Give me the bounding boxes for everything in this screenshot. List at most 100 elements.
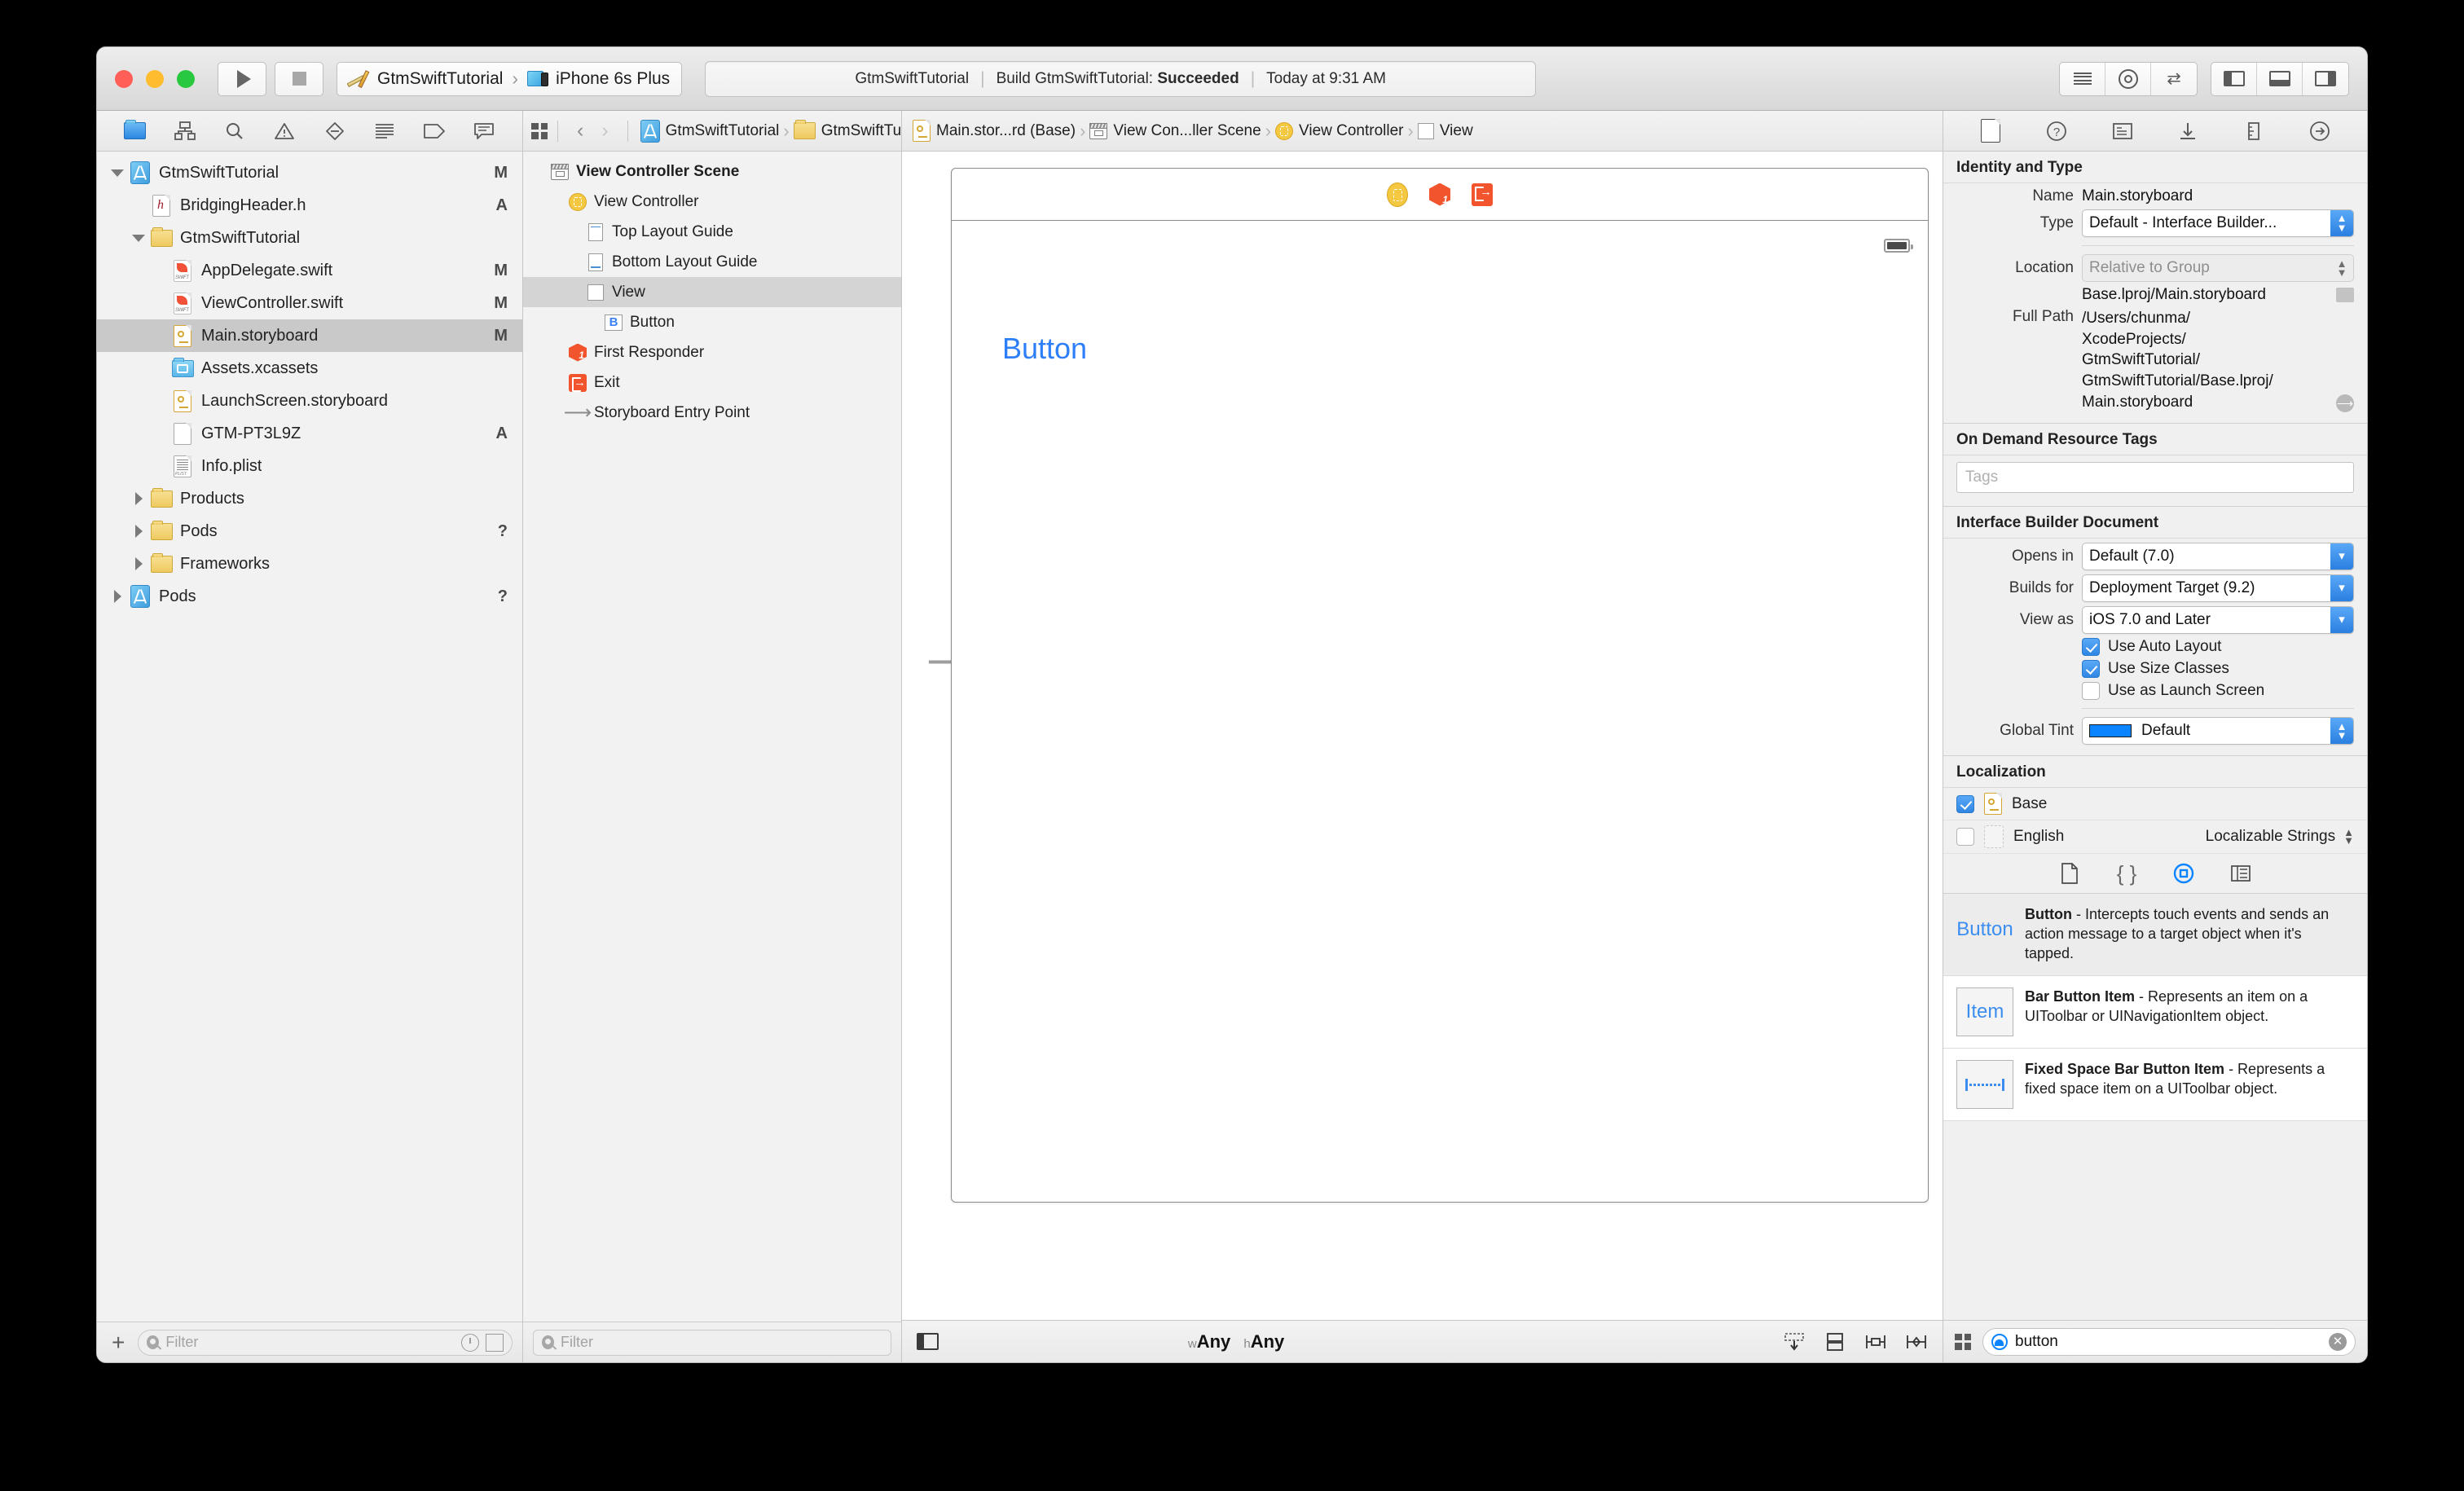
stop-button[interactable]: [275, 61, 323, 96]
breakpoint-navigator-tab[interactable]: [420, 119, 448, 143]
breadcrumb-item-group[interactable]: GtmSwiftTutorial: [791, 120, 901, 140]
report-navigator-tab[interactable]: [470, 119, 498, 143]
breadcrumb-item-view[interactable]: View: [1415, 122, 1476, 140]
chevron-updown-icon[interactable]: ▲ ▼: [2343, 827, 2354, 846]
navigator-row[interactable]: GTM-PT3L9Z A: [97, 417, 522, 450]
disclosure-twisty[interactable]: [107, 590, 128, 603]
button-object[interactable]: Button: [1002, 332, 1087, 366]
navigator-row[interactable]: Assets.xcassets: [97, 352, 522, 385]
toggle-navigator-button[interactable]: [2211, 62, 2257, 95]
builds-for-popup[interactable]: Deployment Target (9.2) ▾: [2082, 574, 2354, 603]
outline-filter-input[interactable]: Filter: [533, 1329, 891, 1356]
tags-input[interactable]: Tags: [1956, 462, 2354, 494]
navigator-row[interactable]: Products: [97, 482, 522, 515]
disclosure-triangle-open-icon[interactable]: [111, 169, 124, 177]
size-class-indicator[interactable]: wAny hAny: [1188, 1331, 1284, 1352]
breadcrumb-item-view-controller[interactable]: View Controller: [1273, 121, 1406, 140]
library-search-input[interactable]: button ✕: [1982, 1327, 2356, 1356]
localization-row-base[interactable]: Base: [1943, 788, 2367, 821]
reveal-in-finder-icon[interactable]: ⟶: [2336, 394, 2354, 413]
align-icon[interactable]: [1905, 1332, 1928, 1352]
run-button[interactable]: [218, 61, 266, 96]
outline-row[interactable]: Top Layout Guide: [523, 217, 901, 247]
issue-navigator-tab[interactable]: [271, 119, 298, 143]
interface-builder-cocoa-touch-icon[interactable]: [2171, 862, 2196, 885]
choose-folder-icon[interactable]: [2336, 288, 2354, 302]
size-inspector-tab[interactable]: [2239, 118, 2268, 144]
localization-row-english[interactable]: English Localizable Strings ▲ ▼: [1943, 820, 2367, 855]
minimize-window-button[interactable]: [146, 69, 164, 88]
update-frames-icon[interactable]: [1783, 1332, 1806, 1352]
disclosure-twisty[interactable]: [107, 169, 128, 177]
disclosure-twisty[interactable]: [128, 557, 149, 570]
object-library-list[interactable]: Button Button - Intercepts touch events a…: [1943, 894, 2367, 1122]
embed-in-icon[interactable]: [1824, 1332, 1846, 1352]
opens-in-popup[interactable]: Default (7.0) ▾: [2082, 543, 2354, 571]
quick-help-inspector-tab[interactable]: ?: [2042, 118, 2071, 144]
view-controller-scene[interactable]: 1 Button: [951, 168, 1929, 1203]
navigator-row[interactable]: h BridgingHeader.h A: [97, 189, 522, 222]
standard-editor-button[interactable]: [2060, 62, 2105, 95]
first-responder-icon[interactable]: 1: [1429, 183, 1450, 206]
navigator-row[interactable]: LaunchScreen.storyboard: [97, 385, 522, 417]
assistant-editor-button[interactable]: [2105, 62, 2151, 95]
pin-icon[interactable]: [1864, 1332, 1887, 1352]
navigator-row[interactable]: Main.storyboard M: [97, 319, 522, 352]
breadcrumb-item-base[interactable]: Main.stor...rd (Base): [910, 120, 1078, 142]
source-control-filter-button[interactable]: [486, 1333, 504, 1352]
outline-tree[interactable]: View Controller Scene View Controller Top …: [523, 152, 901, 1322]
activity-status-bar[interactable]: GtmSwiftTutorial | Build GtmSwiftTutoria…: [705, 60, 1537, 97]
strings-file-icon[interactable]: [2229, 862, 2253, 885]
navigator-row[interactable]: SWIFT ViewController.swift M: [97, 287, 522, 319]
attributes-inspector-tab[interactable]: [2173, 118, 2202, 144]
disclosure-triangle-closed-icon[interactable]: [134, 557, 143, 570]
outline-row[interactable]: ⟶ Storyboard Entry Point: [523, 398, 901, 428]
library-item[interactable]: Fixed Space Bar Button Item - Represents…: [1943, 1049, 2367, 1122]
breadcrumb-item-scene[interactable]: View Con...ller Scene: [1087, 122, 1263, 140]
symbol-navigator-tab[interactable]: [171, 119, 199, 143]
use-auto-layout-row[interactable]: Use Auto Layout: [2082, 638, 2367, 657]
disclosure-triangle-closed-icon[interactable]: [113, 590, 121, 603]
file-inspector-tab[interactable]: [1976, 118, 2005, 144]
outline-row[interactable]: B Button: [523, 307, 901, 337]
library-item[interactable]: Item Bar Button Item - Represents an item…: [1943, 976, 2367, 1049]
connections-inspector-tab[interactable]: [2305, 118, 2334, 144]
related-items-icon[interactable]: [531, 122, 548, 139]
interface-builder-canvas[interactable]: ⟶ 1 Button: [902, 152, 1943, 1320]
identity-inspector-tab[interactable]: [2108, 118, 2137, 144]
global-tint-popup[interactable]: Default ▲ ▼: [2082, 717, 2354, 746]
disclosure-twisty[interactable]: [128, 492, 149, 505]
breadcrumb-item-project[interactable]: GtmSwiftTutorial: [638, 119, 782, 143]
use-size-classes-row[interactable]: Use Size Classes: [2082, 660, 2367, 679]
location-popup[interactable]: Relative to Group ▲ ▼: [2082, 254, 2354, 282]
use-size-classes-checkbox[interactable]: [2082, 660, 2100, 679]
close-window-button[interactable]: [115, 69, 133, 88]
navigator-row[interactable]: Pods?: [97, 515, 522, 548]
use-as-launch-screen-checkbox[interactable]: [2082, 682, 2100, 701]
navigator-row[interactable]: SWIFT AppDelegate.swift M: [97, 254, 522, 287]
zoom-window-button[interactable]: [177, 69, 195, 88]
disclosure-triangle-closed-icon[interactable]: [134, 525, 143, 538]
use-auto-layout-checkbox[interactable]: [2082, 638, 2100, 657]
outline-row[interactable]: 1 First Responder: [523, 337, 901, 367]
project-navigator-tree[interactable]: GtmSwiftTutorial Mh BridgingHeader.h A GtmSw…: [97, 152, 522, 1322]
go-forward-button[interactable]: ›: [592, 119, 617, 143]
base-localization-checkbox[interactable]: [1956, 794, 1974, 813]
version-editor-button[interactable]: ⇄: [2151, 63, 2197, 95]
add-file-button[interactable]: +: [107, 1330, 130, 1354]
project-navigator-tab[interactable]: [121, 119, 149, 143]
disclosure-twisty[interactable]: [128, 525, 149, 538]
navigator-row[interactable]: GtmSwiftTutorial M: [97, 156, 522, 189]
library-item[interactable]: Button Button - Intercepts touch events a…: [1943, 894, 2367, 977]
find-navigator-tab[interactable]: [221, 119, 249, 143]
debug-navigator-tab[interactable]: [371, 119, 398, 143]
view-controller-icon[interactable]: [1387, 182, 1408, 207]
go-back-button[interactable]: ‹: [568, 119, 592, 143]
braces-icon[interactable]: { }: [2114, 861, 2139, 886]
navigator-row[interactable]: PLIST Info.plist: [97, 450, 522, 482]
toggle-utilities-button[interactable]: [2303, 63, 2348, 95]
disclosure-twisty[interactable]: [128, 234, 149, 242]
outline-row[interactable]: Exit: [523, 367, 901, 398]
view-as-popup[interactable]: iOS 7.0 and Later ▾: [2082, 606, 2354, 635]
type-popup[interactable]: Default - Interface Builder... ▲ ▼: [2082, 209, 2354, 237]
